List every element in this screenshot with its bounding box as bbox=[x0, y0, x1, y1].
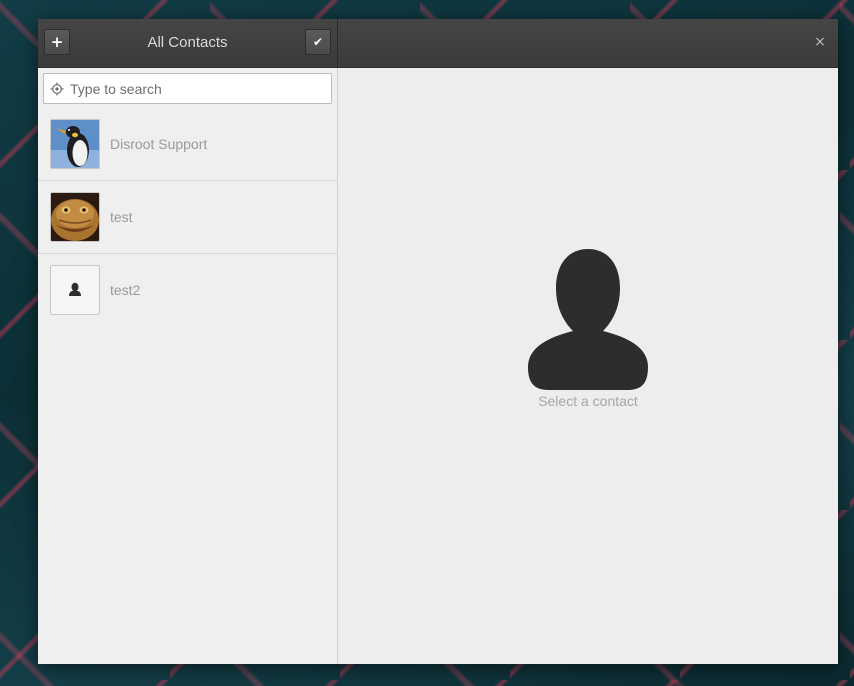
contact-list: Disroot Support test test2 bbox=[38, 108, 337, 326]
header-divider bbox=[337, 19, 338, 67]
contact-row-test2[interactable]: test2 bbox=[38, 254, 337, 326]
empty-state-label: Select a contact bbox=[538, 393, 638, 409]
person-silhouette-icon bbox=[528, 249, 648, 390]
header-left: + All Contacts ✔ bbox=[38, 19, 337, 67]
contact-detail-pane: Select a contact bbox=[338, 68, 838, 664]
contact-row-disroot-support[interactable]: Disroot Support bbox=[38, 108, 337, 181]
selection-mode-button[interactable]: ✔ bbox=[305, 29, 331, 55]
contact-name: Disroot Support bbox=[110, 136, 208, 152]
header-bar: + All Contacts ✔ × bbox=[38, 19, 838, 68]
search-box[interactable] bbox=[43, 73, 332, 104]
search-input[interactable] bbox=[70, 74, 325, 103]
contacts-sidebar: Disroot Support test bbox=[38, 68, 338, 664]
contacts-window: + All Contacts ✔ × Type to search Disroo… bbox=[38, 19, 838, 664]
contact-row-test[interactable]: test bbox=[38, 181, 337, 254]
contact-name: test bbox=[110, 209, 133, 225]
contact-name: test2 bbox=[110, 282, 141, 298]
close-button[interactable]: × bbox=[810, 31, 830, 53]
default-person-icon bbox=[50, 265, 100, 315]
penguin-avatar-icon bbox=[50, 119, 100, 169]
creature-avatar-icon bbox=[50, 192, 100, 242]
add-contact-button[interactable]: + bbox=[44, 29, 70, 55]
search-icon bbox=[50, 82, 64, 96]
window-title: All Contacts bbox=[147, 34, 228, 51]
